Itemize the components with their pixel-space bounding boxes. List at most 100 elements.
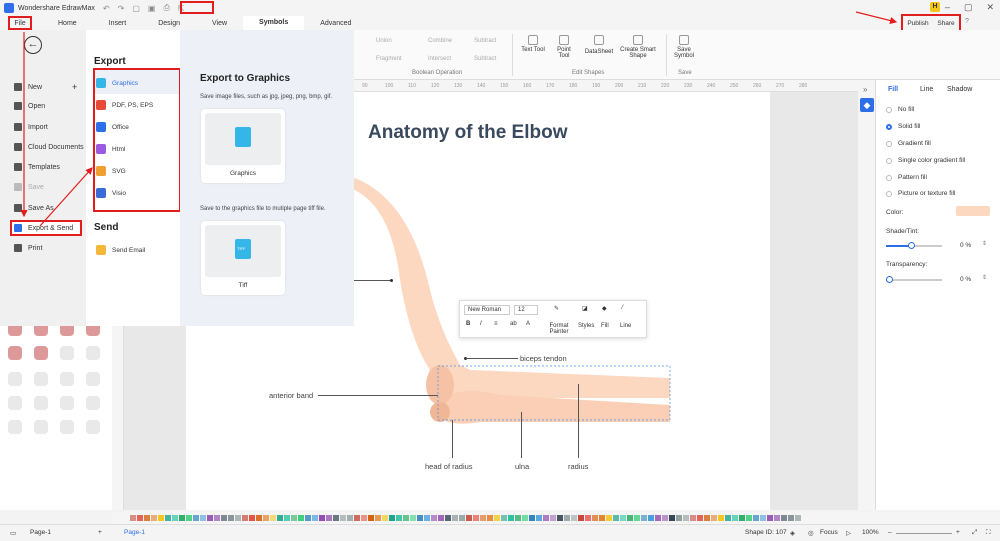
palette-swatch[interactable] [137, 515, 143, 521]
palette-swatch[interactable] [788, 515, 794, 521]
font-size-select[interactable]: 12 [514, 305, 538, 315]
page-tab[interactable]: Page-1 [124, 529, 145, 536]
menu-templates[interactable]: Templates [14, 163, 60, 171]
palette-swatch[interactable] [186, 515, 192, 521]
palette-swatch[interactable] [277, 515, 283, 521]
palette-swatch[interactable] [221, 515, 227, 521]
palette-swatch[interactable] [459, 515, 465, 521]
palette-swatch[interactable] [774, 515, 780, 521]
fill-icon[interactable]: ◆ [602, 305, 607, 312]
palette-swatch[interactable] [564, 515, 570, 521]
option-solid-fill[interactable]: Solid fill [886, 123, 920, 130]
palette-swatch[interactable] [144, 515, 150, 521]
palette-swatch[interactable] [627, 515, 633, 521]
palette-swatch[interactable] [158, 515, 164, 521]
option-no-fill[interactable]: No fill [886, 106, 914, 113]
styles-icon[interactable]: ◪ [582, 305, 588, 312]
palette-swatch[interactable] [473, 515, 479, 521]
palette-swatch[interactable] [543, 515, 549, 521]
palette-swatch[interactable] [214, 515, 220, 521]
palette-swatch[interactable] [445, 515, 451, 521]
export-graphics[interactable]: Graphics [96, 78, 138, 88]
palette-swatch[interactable] [501, 515, 507, 521]
palette-swatch[interactable] [753, 515, 759, 521]
palette-swatch[interactable] [655, 515, 661, 521]
transparency-slider[interactable] [886, 279, 942, 281]
palette-swatch[interactable] [676, 515, 682, 521]
palette-swatch[interactable] [641, 515, 647, 521]
focus-icon[interactable]: ◎ [808, 529, 814, 537]
palette-swatch[interactable] [767, 515, 773, 521]
fill-button[interactable]: Fill [601, 323, 609, 329]
palette-swatch[interactable] [585, 515, 591, 521]
palette-swatch[interactable] [634, 515, 640, 521]
palette-swatch[interactable] [781, 515, 787, 521]
palette-swatch[interactable] [340, 515, 346, 521]
palette-swatch[interactable] [522, 515, 528, 521]
menu-new[interactable]: New + [14, 82, 77, 92]
menu-export-send[interactable]: Export & Send [14, 224, 73, 232]
tab-shadow[interactable]: Shadow [947, 86, 972, 93]
palette-swatch[interactable] [172, 515, 178, 521]
layers-icon[interactable]: ◈ [790, 529, 795, 537]
palette-swatch[interactable] [410, 515, 416, 521]
palette-swatch[interactable] [396, 515, 402, 521]
font-color-icon[interactable]: A [526, 321, 530, 327]
palette-swatch[interactable] [319, 515, 325, 521]
palette-swatch[interactable] [270, 515, 276, 521]
export-office[interactable]: Office [96, 122, 129, 132]
option-picture-fill[interactable]: Picture or texture fill [886, 190, 955, 197]
menu-print[interactable]: Print [14, 244, 42, 252]
add-page-icon[interactable]: + [98, 529, 102, 536]
palette-swatch[interactable] [249, 515, 255, 521]
palette-swatch[interactable] [571, 515, 577, 521]
palette-swatch[interactable] [536, 515, 542, 521]
palette-swatch[interactable] [347, 515, 353, 521]
palette-swatch[interactable] [305, 515, 311, 521]
italic-icon[interactable]: I [480, 321, 482, 327]
transparency-slider-handle[interactable] [886, 276, 893, 283]
palette-swatch[interactable] [515, 515, 521, 521]
graphics-export-card[interactable]: Graphics [201, 109, 285, 183]
palette-swatch[interactable] [529, 515, 535, 521]
palette-swatch[interactable] [151, 515, 157, 521]
zoom-in-icon[interactable]: + [956, 529, 960, 536]
font-family-select[interactable]: New Roman [464, 305, 510, 315]
palette-swatch[interactable] [438, 515, 444, 521]
option-pattern-fill[interactable]: Pattern fill [886, 174, 927, 181]
palette-swatch[interactable] [326, 515, 332, 521]
palette-swatch[interactable] [508, 515, 514, 521]
collapse-icon[interactable]: » [863, 85, 867, 94]
palette-swatch[interactable] [760, 515, 766, 521]
palette-swatch[interactable] [732, 515, 738, 521]
palette-swatch[interactable] [557, 515, 563, 521]
palette-swatch[interactable] [613, 515, 619, 521]
palette-swatch[interactable] [466, 515, 472, 521]
back-arrow-icon[interactable]: ← [24, 36, 42, 54]
menu-open[interactable]: Open [14, 102, 45, 110]
palette-swatch[interactable] [200, 515, 206, 521]
page-layout-icon[interactable]: ▭ [10, 529, 16, 537]
line-icon[interactable]: ⁄ [622, 305, 623, 311]
styles-button[interactable]: Styles [578, 323, 594, 329]
palette-swatch[interactable] [235, 515, 241, 521]
palette-swatch[interactable] [368, 515, 374, 521]
transparency-value[interactable]: 0 % [960, 276, 971, 283]
palette-swatch[interactable] [683, 515, 689, 521]
palette-swatch[interactable] [130, 515, 136, 521]
palette-swatch[interactable] [207, 515, 213, 521]
format-painter-button[interactable]: Format Painter [546, 323, 572, 335]
zoom-slider[interactable] [896, 533, 952, 534]
option-gradient-fill[interactable]: Gradient fill [886, 140, 931, 147]
palette-swatch[interactable] [179, 515, 185, 521]
palette-swatch[interactable] [431, 515, 437, 521]
palette-swatch[interactable] [480, 515, 486, 521]
palette-swatch[interactable] [718, 515, 724, 521]
palette-swatch[interactable] [494, 515, 500, 521]
tiff-export-card[interactable]: TIFF Tiff [201, 221, 285, 295]
palette-swatch[interactable] [389, 515, 395, 521]
tab-line[interactable]: Line [920, 86, 933, 93]
label-biceps-tendon[interactable]: biceps tendon [520, 354, 567, 363]
palette-swatch[interactable] [375, 515, 381, 521]
palette-swatch[interactable] [795, 515, 801, 521]
